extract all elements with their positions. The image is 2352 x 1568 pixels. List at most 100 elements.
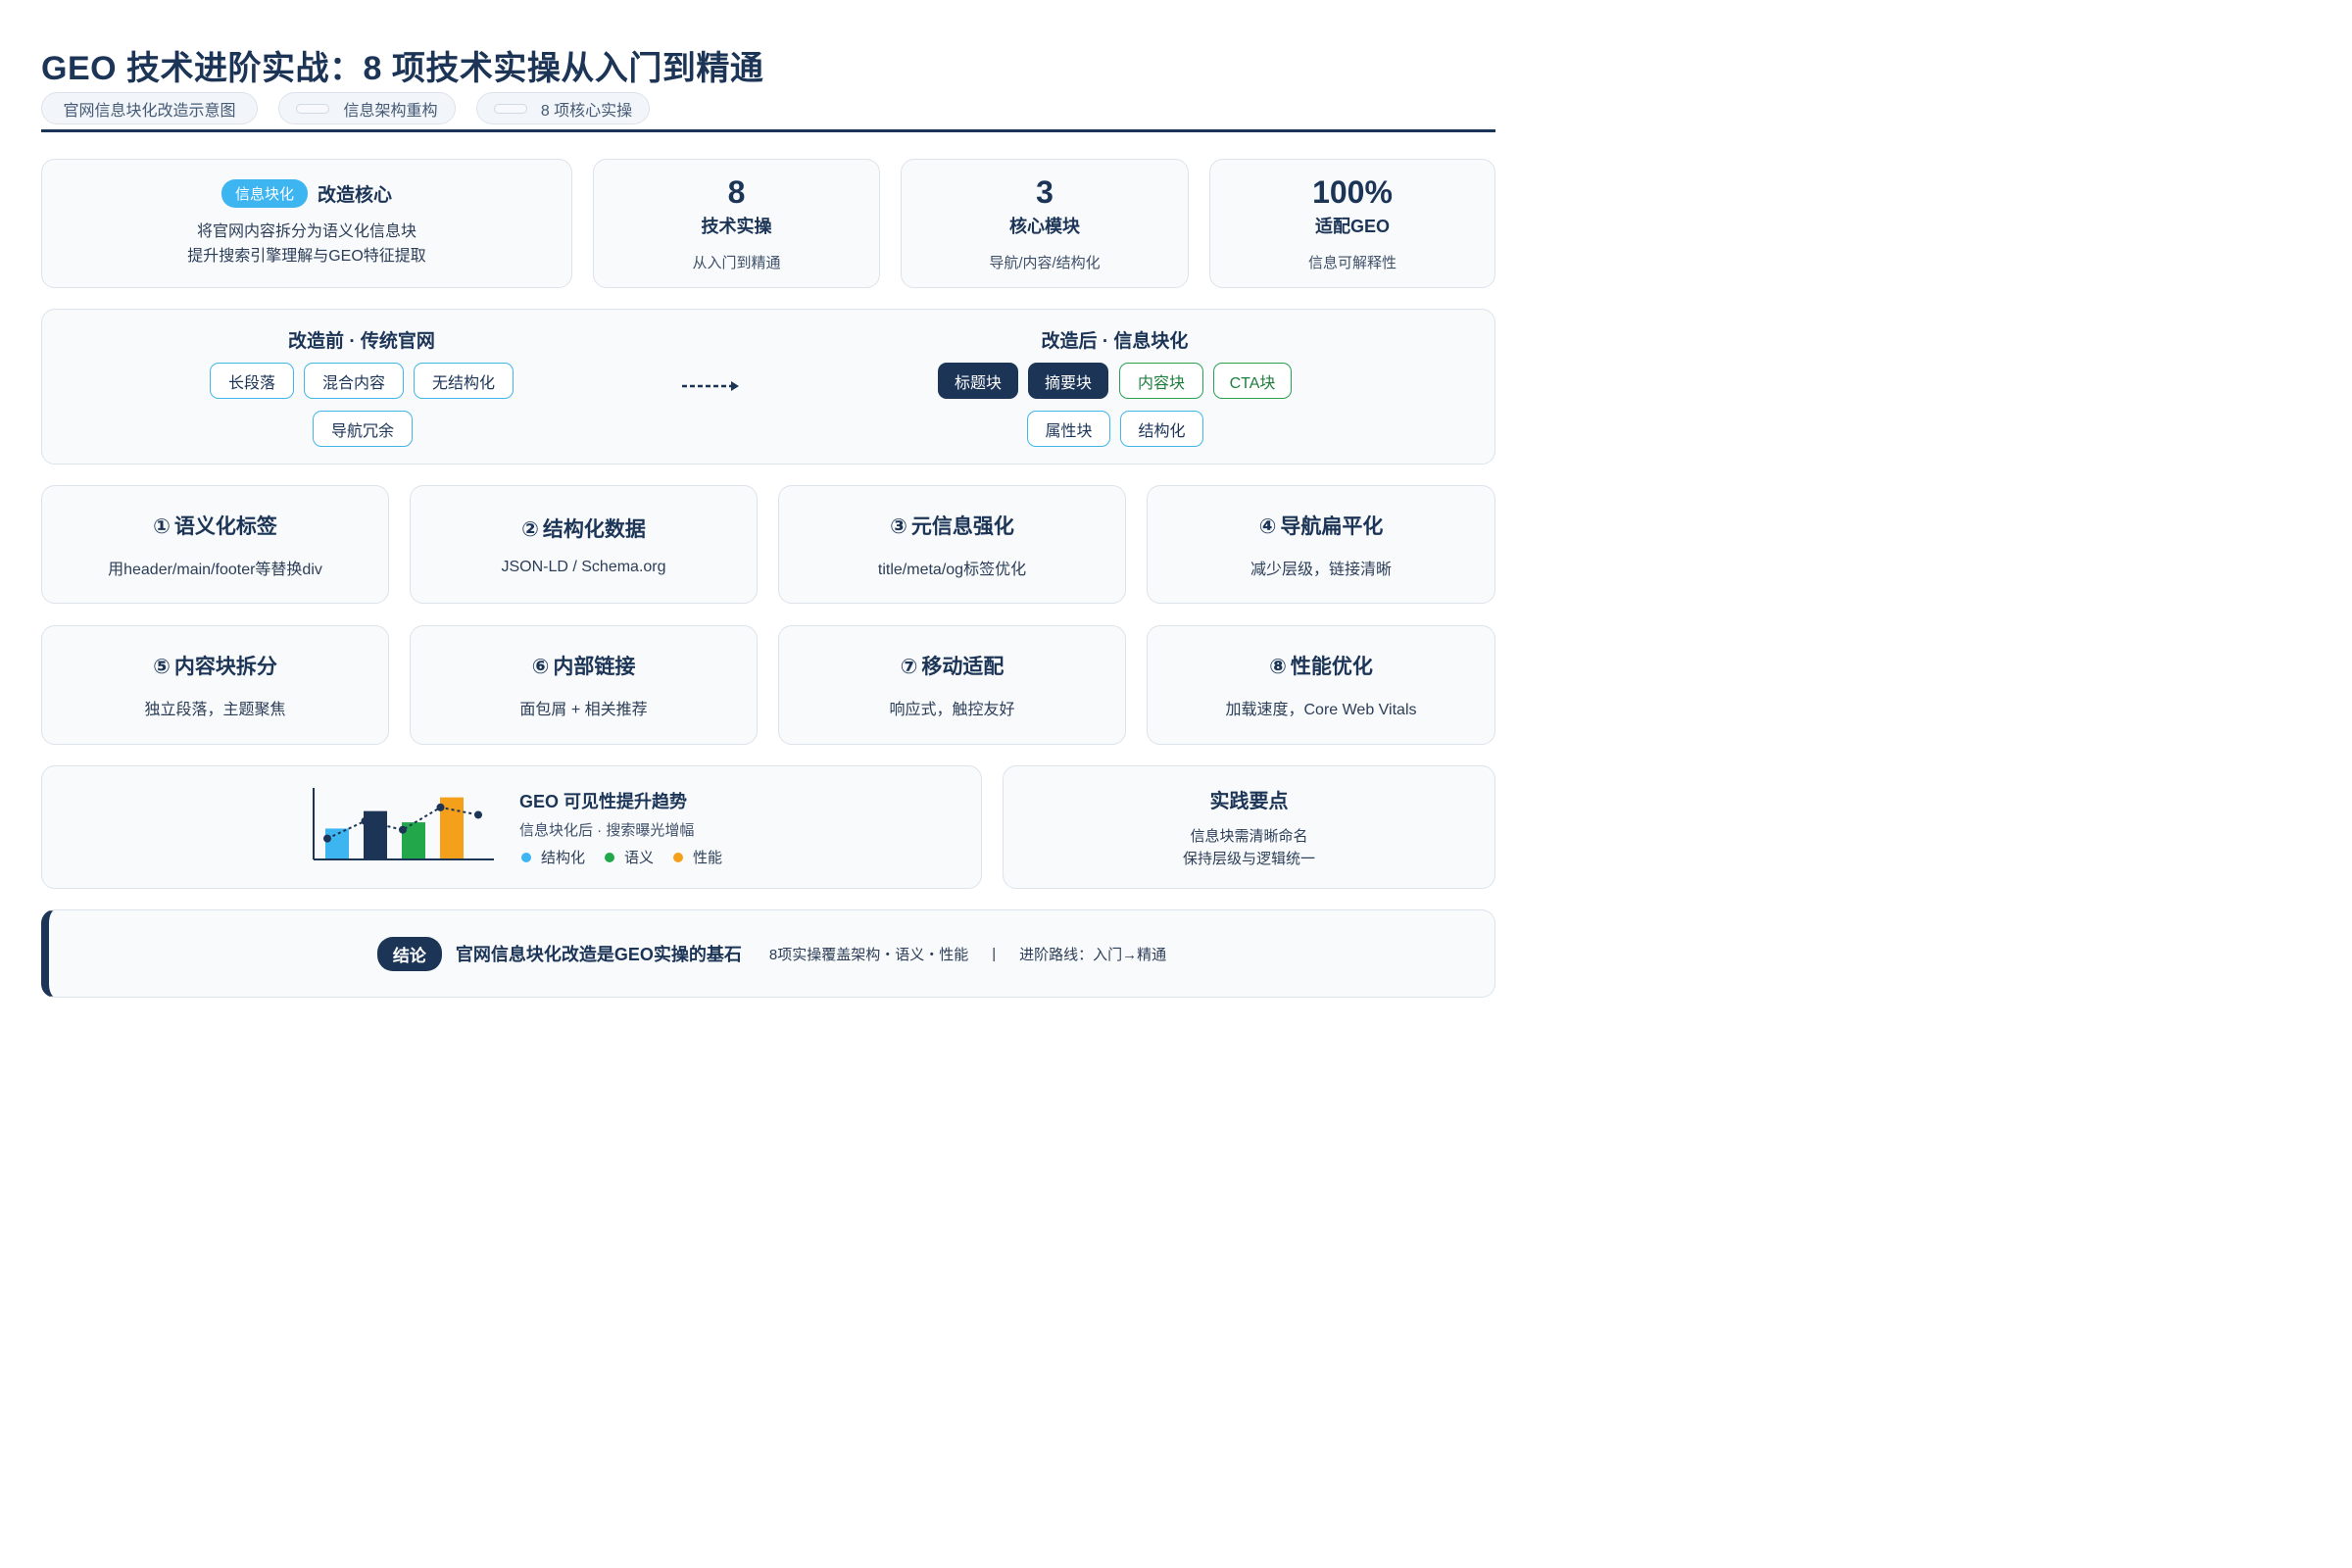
trend-subtitle: 信息块化后 · 搜索曝光增幅: [519, 822, 695, 839]
trend-chart: [313, 788, 494, 860]
legend-item: 性能: [671, 847, 722, 867]
core-line: 提升搜索引擎理解与GEO特征提取: [187, 247, 426, 265]
before-chip: 长段落: [210, 363, 294, 399]
chart-point: [436, 803, 445, 811]
step-title: 内部链接: [553, 656, 636, 678]
tag-label: 信息架构重构: [343, 102, 438, 120]
tag-pill-icon: [296, 103, 330, 114]
step-card-3: ③ 元信息强化 title/meta/og标签优化: [778, 485, 1126, 604]
conclusion-banner: 结论 官网信息块化改造是GEO实操的基石 8项实操覆盖架构・语义・性能 | 进阶…: [41, 909, 1495, 998]
header-divider: [41, 129, 1495, 132]
step-desc: JSON-LD / Schema.org: [501, 558, 666, 575]
chart-point: [399, 825, 407, 834]
tag-core-practices[interactable]: 8 项核心实操: [476, 92, 650, 124]
stat-sub: 从入门到精通: [692, 254, 781, 271]
tips-card: 实践要点 信息块需清晰命名 保持层级与逻辑统一: [1003, 765, 1495, 889]
stat-sub: 信息可解释性: [1307, 254, 1396, 271]
step-number: ④: [1258, 514, 1277, 538]
step-title: 导航扁平化: [1280, 514, 1384, 538]
tag-label: 8 项核心实操: [540, 102, 633, 120]
chart-point: [323, 834, 331, 843]
step-card-7: ⑦ 移动适配 响应式，触控友好: [778, 625, 1126, 745]
stat-label: 核心模块: [1009, 216, 1080, 236]
conclusion-main: 官网信息块化改造是GEO实操的基石: [455, 945, 742, 964]
step-card-1: ① 语义化标签 用header/main/footer等替换div: [41, 485, 389, 604]
page-title: GEO 技术进阶实战：8 项技术实操从入门到精通: [41, 50, 764, 87]
step-desc: 响应式，触控友好: [889, 702, 1015, 718]
legend-dot-icon: [521, 852, 531, 862]
chart-point: [361, 816, 369, 825]
stat-label: 技术实操: [701, 216, 772, 236]
tips-line: 保持层级与逻辑统一: [1182, 850, 1315, 867]
after-chip: 摘要块: [1028, 363, 1108, 399]
tag-label: 官网信息块化改造示意图: [63, 102, 236, 120]
trend-card: [41, 765, 982, 889]
chart-bar: [325, 828, 349, 858]
step-number: ③: [890, 514, 907, 538]
conclusion-badge: 结论: [376, 936, 442, 971]
legend-dot-icon: [605, 852, 615, 862]
before-chip: 无结构化: [414, 363, 514, 399]
tag-diagram[interactable]: 官网信息块化改造示意图: [41, 92, 258, 124]
stat-label: 适配GEO: [1314, 216, 1390, 236]
legend-label: 语义: [624, 850, 655, 866]
after-chip: 结构化: [1120, 411, 1203, 447]
stat-value: 8: [727, 173, 746, 210]
core-badge: 信息块化: [220, 178, 308, 208]
legend-item: 语义: [603, 847, 654, 867]
step-title: 语义化标签: [173, 514, 277, 538]
after-title: 改造后 · 信息块化: [1041, 331, 1189, 352]
step-card-5: ⑤ 内容块拆分 独立段落，主题聚焦: [41, 625, 389, 745]
tips-line: 信息块需清晰命名: [1190, 827, 1308, 845]
tag-pill-icon: [493, 103, 527, 114]
step-title: 性能优化: [1290, 656, 1373, 678]
step-desc: 独立段落，主题聚焦: [144, 702, 286, 718]
stat-value: 100%: [1312, 173, 1393, 210]
legend-item: 结构化: [519, 847, 585, 867]
step-desc: 面包屑 + 相关推荐: [519, 702, 648, 718]
stat-card: 3 核心模块 导航/内容/结构化: [901, 159, 1189, 288]
step-title: 元信息强化: [910, 514, 1014, 538]
step-card-6: ⑥ 内部链接 面包屑 + 相关推荐: [410, 625, 758, 745]
legend-label: 结构化: [541, 850, 586, 866]
after-chip: 属性块: [1027, 411, 1110, 447]
step-desc: title/meta/og标签优化: [877, 561, 1027, 578]
step-card-2: ② 结构化数据 JSON-LD / Schema.org: [410, 485, 758, 604]
step-desc: 加载速度，Core Web Vitals: [1225, 702, 1417, 718]
arrow-right-icon: [682, 381, 739, 391]
legend-label: 性能: [693, 850, 723, 866]
step-card-8: ⑧ 性能优化 加载速度，Core Web Vitals: [1147, 625, 1495, 745]
chart-point: [474, 810, 482, 819]
conclusion-note: 进阶路线：入门→精通: [1019, 946, 1167, 963]
stat-card: 100% 适配GEO 信息可解释性: [1209, 159, 1495, 288]
tag-architecture[interactable]: 信息架构重构: [278, 92, 456, 124]
trend-title: GEO 可见性提升趋势: [519, 792, 688, 811]
step-number: ②: [521, 517, 539, 541]
after-chip: 内容块: [1119, 363, 1203, 399]
step-title: 结构化数据: [542, 517, 646, 541]
step-number: ①: [153, 514, 171, 538]
step-desc: 用header/main/footer等替换div: [108, 561, 322, 578]
conclusion-note: 8项实操覆盖架构・语义・性能: [768, 946, 969, 963]
step-title: 移动适配: [921, 656, 1004, 678]
stat-sub: 导航/内容/结构化: [989, 254, 1101, 271]
core-line: 将官网内容拆分为语义化信息块: [196, 222, 416, 240]
chart-legend: 结构化 语义 性能: [519, 847, 740, 867]
step-number: ⑧: [1269, 656, 1287, 678]
before-chip: 导航冗余: [313, 411, 413, 447]
core-title: 改造核心: [318, 184, 393, 206]
step-number: ⑦: [900, 656, 918, 678]
stat-card: 8 技术实操 从入门到精通: [593, 159, 880, 288]
before-title: 改造前 · 传统官网: [288, 331, 435, 352]
step-desc: 减少层级，链接清晰: [1250, 561, 1392, 578]
after-chip: CTA块: [1213, 363, 1292, 399]
core-card: 信息块化 改造核心 将官网内容拆分为语义化信息块 提升搜索引擎理解与GEO特征提…: [41, 159, 572, 288]
tips-title: 实践要点: [1209, 790, 1289, 812]
conclusion-separator: |: [992, 945, 997, 962]
step-number: ⑤: [153, 656, 171, 678]
legend-dot-icon: [673, 852, 684, 862]
step-number: ⑥: [531, 656, 550, 678]
before-chip: 混合内容: [304, 363, 404, 399]
step-title: 内容块拆分: [173, 656, 277, 678]
stat-value: 3: [1036, 173, 1054, 210]
